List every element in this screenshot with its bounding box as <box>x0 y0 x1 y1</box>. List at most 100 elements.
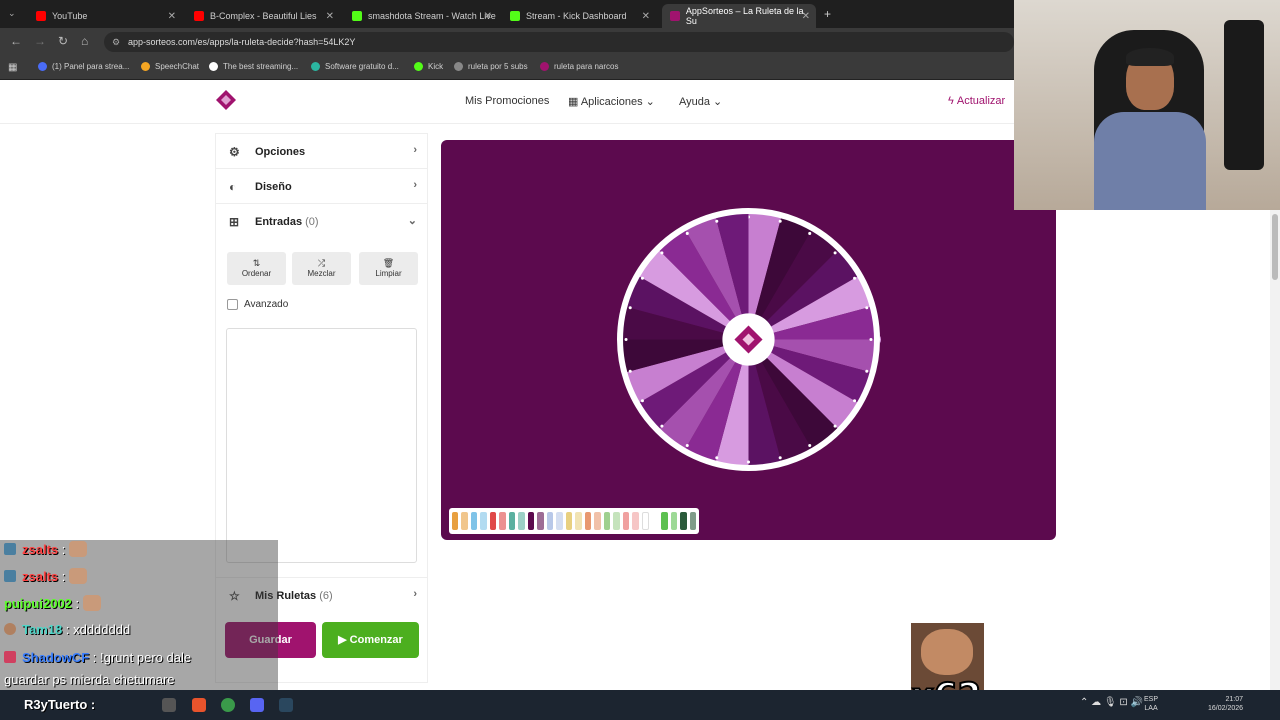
language-indicator[interactable]: ESP LAA <box>1144 695 1158 713</box>
entries-textarea[interactable] <box>226 328 417 563</box>
palette-swatch[interactable] <box>556 512 563 530</box>
emote-icon <box>69 568 88 584</box>
bookmark-streaming[interactable]: The best streaming... <box>209 62 298 71</box>
palette-swatch[interactable] <box>622 512 630 530</box>
wheel-peg <box>685 231 689 235</box>
section-entradas[interactable]: ⊞ Entradas (0) ⌄ <box>216 204 427 239</box>
apps-grid-icon[interactable]: ▦ <box>8 62 17 73</box>
palette-swatch[interactable] <box>480 512 487 530</box>
chevron-down-icon: ⌄ <box>642 96 655 108</box>
taskbar-app-icon[interactable] <box>162 698 176 712</box>
bookmark-speechchat[interactable]: SpeechChat <box>141 62 199 71</box>
palette-swatch[interactable] <box>613 512 620 530</box>
close-tab-icon[interactable]: ✕ <box>642 11 650 22</box>
avanzado-checkbox[interactable]: Avanzado <box>227 299 288 310</box>
page-scrollbar[interactable] <box>1270 210 1280 690</box>
kick-icon <box>510 11 520 21</box>
palette-swatch[interactable] <box>461 512 468 530</box>
nav-ayuda[interactable]: Ayuda ⌄ <box>679 95 722 108</box>
appsorteos-logo[interactable] <box>216 90 236 110</box>
badge-icon <box>4 651 16 663</box>
close-tab-icon[interactable]: ✕ <box>326 11 334 22</box>
wheel-peg <box>628 369 632 373</box>
spin-wheel[interactable] <box>616 207 881 472</box>
palette-swatch[interactable] <box>641 512 649 530</box>
back-icon[interactable]: ← <box>10 34 22 48</box>
chrome-icon[interactable] <box>221 698 235 712</box>
tab-kick-dashboard[interactable]: Stream - Kick Dashboard ✕ <box>502 4 656 28</box>
bookmark-ruleta-narcos[interactable]: ruleta para narcos <box>540 62 618 71</box>
tab-appsorteos[interactable]: AppSorteos – La Ruleta de la Su ✕ <box>662 4 816 28</box>
mezclar-button[interactable]: ⤮ Mezclar <box>292 252 351 285</box>
bookmark-software[interactable]: Software gratuito d... <box>311 62 399 71</box>
palette-swatch[interactable] <box>584 512 592 530</box>
checkbox[interactable] <box>227 299 238 310</box>
bookmark-icon <box>38 62 47 71</box>
site-info-icon[interactable]: ⚙ <box>112 32 120 52</box>
limpiar-button[interactable]: 🗑 Limpiar <box>359 252 418 285</box>
palette-swatch[interactable] <box>632 512 639 530</box>
scrollbar-thumb[interactable] <box>1272 214 1278 280</box>
palette-swatch[interactable] <box>546 512 554 530</box>
chat-message: puipui2002 : <box>4 595 102 611</box>
palette-swatch[interactable] <box>499 512 506 530</box>
gift-icon: ⊞ <box>229 215 240 229</box>
streamer <box>1094 48 1206 210</box>
youtube-icon <box>194 11 204 21</box>
bookmark-panel[interactable]: (1) Panel para strea... <box>38 62 129 71</box>
palette-swatch[interactable] <box>651 512 659 530</box>
palette-swatch[interactable] <box>565 512 573 530</box>
palette-swatch[interactable] <box>603 512 611 530</box>
tab-bcomplex[interactable]: B-Complex - Beautiful Lies ✕ <box>186 4 340 28</box>
color-palette[interactable] <box>449 508 699 534</box>
reload-icon[interactable]: ↻ <box>58 34 68 48</box>
tab-smashdota[interactable]: smashdota Stream - Watch Live ✕ <box>344 4 498 28</box>
tab-list-icon[interactable]: ⌄ <box>8 8 16 19</box>
steam-icon[interactable] <box>279 698 293 712</box>
wheel-peg <box>869 337 873 342</box>
chat-message: zsalts : <box>4 541 88 557</box>
palette-swatch[interactable] <box>575 512 582 530</box>
section-opciones[interactable]: ⚙ Opciones › <box>216 134 427 169</box>
palette-swatch[interactable] <box>680 512 687 530</box>
nav-mis-promociones[interactable]: Mis Promociones <box>465 95 549 107</box>
play-icon: ▶ <box>338 634 350 646</box>
palette-swatch[interactable] <box>489 512 497 530</box>
palette-swatch[interactable] <box>689 512 697 530</box>
palette-swatch[interactable] <box>594 512 601 530</box>
palette-swatch[interactable] <box>670 512 678 530</box>
url-field[interactable]: ⚙ app-sorteos.com/es/apps/la-ruleta-deci… <box>104 32 1014 52</box>
palette-swatch[interactable] <box>537 512 544 530</box>
palette-swatch[interactable] <box>452 512 459 530</box>
chevron-right-icon: › <box>413 179 417 191</box>
tab-title: YouTube <box>52 11 88 21</box>
palette-swatch[interactable] <box>661 512 668 530</box>
close-tab-icon[interactable]: ✕ <box>168 11 176 22</box>
tab-youtube[interactable]: YouTube ✕ <box>28 4 182 28</box>
new-tab-button[interactable]: + <box>824 7 831 21</box>
forward-icon[interactable]: → <box>34 34 46 48</box>
avatar-icon <box>4 623 16 635</box>
brave-icon[interactable] <box>192 698 206 712</box>
comenzar-button[interactable]: ▶ Comenzar <box>322 622 419 658</box>
system-tray[interactable]: ⌃ ☁ 🎙 ⊡ 🔊 <box>1080 697 1143 708</box>
palette-swatch[interactable] <box>527 512 535 530</box>
wheel-peg <box>660 424 664 428</box>
discord-icon[interactable] <box>250 698 264 712</box>
badge-icon <box>4 543 16 555</box>
section-diseno[interactable]: ◐ Diseño › <box>216 169 427 204</box>
bookmark-ruleta-subs[interactable]: ruleta por 5 subs <box>454 62 528 71</box>
chevron-right-icon: › <box>413 144 417 156</box>
close-tab-icon[interactable]: ✕ <box>802 11 810 22</box>
close-tab-icon[interactable]: ✕ <box>484 11 492 22</box>
palette-swatch[interactable] <box>508 512 516 530</box>
wheel-peg <box>808 231 812 235</box>
ordenar-button[interactable]: ⇅ Ordenar <box>227 252 286 285</box>
home-icon[interactable]: ⌂ <box>81 34 88 48</box>
palette-swatch[interactable] <box>470 512 478 530</box>
nav-aplicaciones[interactable]: ▦ Aplicaciones ⌄ <box>568 95 655 108</box>
actualizar-link[interactable]: ϟ Actualizar <box>948 95 1005 107</box>
clock[interactable]: 21:07 16/02/2026 <box>1208 695 1243 713</box>
palette-swatch[interactable] <box>518 512 525 530</box>
bookmark-kick[interactable]: Kick <box>414 62 443 71</box>
